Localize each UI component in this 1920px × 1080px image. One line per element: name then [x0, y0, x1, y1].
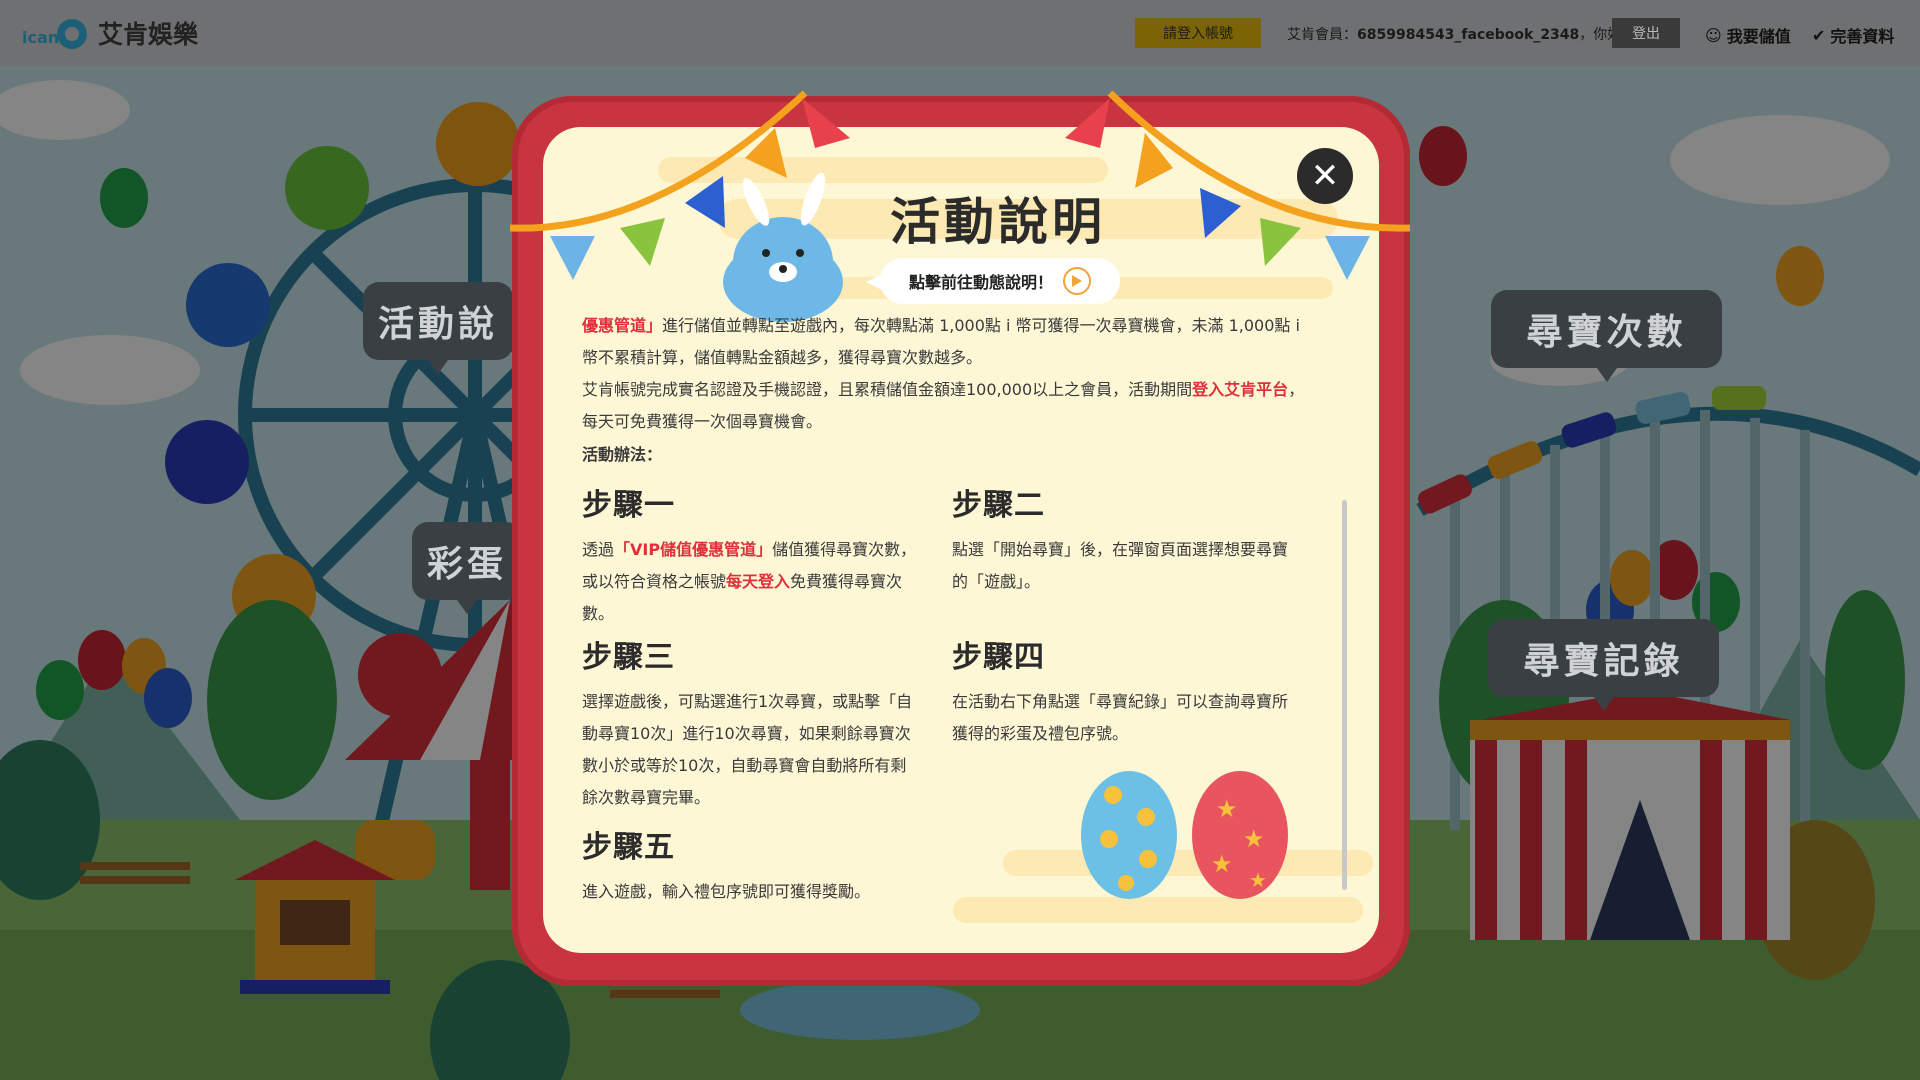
- intro-highlight-2[interactable]: 登入艾肯平台: [1192, 380, 1288, 399]
- step-1-text-a: 透過: [582, 540, 615, 559]
- login-account-button[interactable]: 請登入帳號: [1135, 18, 1261, 48]
- top-header: ican 艾肯娛樂 請登入帳號 艾肯會員：6859984543_facebook…: [0, 0, 1920, 66]
- step-3-text: 選擇遊戲後，可點選進行1次尋寶，或點擊「自動尋寶10次」進行10次尋寶，如果剩餘…: [582, 692, 913, 807]
- close-icon: ✕: [1310, 156, 1340, 196]
- complete-profile-link[interactable]: ✔ 完善資料: [1812, 23, 1894, 47]
- modal-scrollbar[interactable]: [1342, 500, 1347, 890]
- step-3-title: 步驟三: [582, 640, 675, 675]
- check-circle-icon: ✔: [1812, 25, 1826, 45]
- step-2: 步驟二 點選「開始尋寶」後，在彈窗頁面選擇想要尋寶的「遊戲」。: [952, 480, 1292, 598]
- user-lock-icon: ☺: [1705, 25, 1722, 45]
- daily-login-highlight: 每天登入: [726, 572, 791, 591]
- close-modal-button[interactable]: ✕: [1297, 148, 1353, 204]
- bg-activity-info-bubble: 活動說: [363, 282, 513, 360]
- step-5-text: 進入遊戲，輸入禮包序號即可獲得獎勵。: [582, 882, 871, 901]
- greeting-prefix: 艾肯會員：: [1287, 27, 1357, 43]
- modal-content-scroll[interactable]: 優惠管道」進行儲值並轉點至遊戲內，每次轉點滿 1,000點 i 幣可獲得一次尋寶…: [582, 310, 1316, 918]
- step-4: 步驟四 在活動右下角點選「尋寶紀錄」可以查詢尋寶所獲得的彩蛋及禮包序號。: [952, 632, 1292, 750]
- intro-paragraph-1: 進行儲值並轉點至遊戲內，每次轉點滿 1,000點 i 幣可獲得一次尋寶機會，未滿…: [582, 316, 1300, 367]
- animated-guide-label: 點擊前往動態說明！: [908, 273, 1053, 292]
- vip-channel-link[interactable]: 「VIP儲值優惠管道」: [614, 540, 772, 559]
- step-3: 步驟三 選擇遊戲後，可點選進行1次尋寶，或點擊「自動尋寶10次」進行10次尋寶，…: [582, 632, 922, 814]
- bg-easter-egg-bubble: 彩蛋: [412, 522, 522, 600]
- step-2-title: 步驟二: [952, 488, 1045, 523]
- bg-hunt-record-bubble: 尋寶記錄: [1488, 619, 1719, 697]
- step-4-text: 在活動右下角點選「尋寶紀錄」可以查詢尋寶所獲得的彩蛋及禮包序號。: [952, 692, 1289, 743]
- member-greeting: 艾肯會員：6859984543_facebook_2348，你好: [1287, 24, 1621, 44]
- logout-button[interactable]: 登出: [1612, 18, 1680, 48]
- animated-guide-button[interactable]: 點擊前往動態說明！: [866, 258, 1120, 304]
- intro-paragraph-2: 艾肯帳號完成實名認證及手機認證，且累積儲值金額達100,000以上之會員，活動期…: [582, 380, 1193, 399]
- method-label: 活動辦法：: [582, 445, 663, 464]
- intro-text: 優惠管道」進行儲值並轉點至遊戲內，每次轉點滿 1,000點 i 幣可獲得一次尋寶…: [582, 310, 1316, 438]
- step-1-title: 步驟一: [582, 488, 675, 523]
- bg-hunt-count-bubble: 尋寶次數: [1491, 290, 1722, 368]
- step-5-title: 步驟五: [582, 830, 675, 865]
- step-1-text: 透過「VIP儲值優惠管道」儲值獲得尋寶次數，或以符合資格之帳號每天登入免費獲得尋…: [582, 534, 922, 630]
- intro-highlight-1: 優惠管道」: [582, 316, 663, 335]
- modal-title: 活動說明: [890, 193, 1106, 251]
- ican-logo-icon: ican: [22, 19, 87, 49]
- svg-text:ican: ican: [22, 28, 59, 47]
- deposit-label: 我要儲值: [1726, 27, 1791, 46]
- play-icon: [1063, 267, 1091, 295]
- step-2-text: 點選「開始尋寶」後，在彈窗頁面選擇想要尋寶的「遊戲」。: [952, 540, 1289, 591]
- member-id: 6859984543_facebook_2348: [1357, 27, 1580, 43]
- step-1: 步驟一 透過「VIP儲值優惠管道」儲值獲得尋寶次數，或以符合資格之帳號每天登入免…: [582, 480, 922, 630]
- ican-logo[interactable]: ican 艾肯娛樂: [20, 12, 198, 54]
- profile-label: 完善資料: [1830, 27, 1895, 46]
- deposit-link[interactable]: ☺ 我要儲值: [1705, 23, 1791, 47]
- step-4-title: 步驟四: [952, 640, 1045, 675]
- step-5: 步驟五 進入遊戲，輸入禮包序號即可獲得獎勵。: [582, 822, 922, 908]
- logo-text: 艾肯娛樂: [98, 20, 199, 49]
